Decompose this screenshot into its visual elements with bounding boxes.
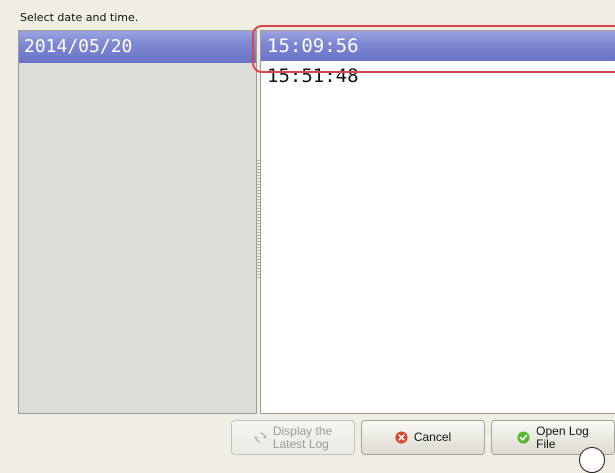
date-item[interactable]: 2014/05/20 <box>19 31 256 63</box>
cancel-button[interactable]: Cancel <box>361 420 485 455</box>
check-icon <box>517 431 530 444</box>
cancel-label: Cancel <box>413 430 452 444</box>
latest-log-label-line2: Latest Log <box>272 436 329 451</box>
open-log-label-line1: Open Log <box>536 423 589 438</box>
display-latest-log-button[interactable]: Display the Latest Log <box>231 420 355 455</box>
dialog-prompt: Select date and time. <box>20 11 139 24</box>
open-log-file-button[interactable]: Open Log File <box>491 420 615 455</box>
time-item[interactable]: 15:51:48 <box>261 61 615 91</box>
cancel-icon <box>395 431 408 444</box>
latest-log-label-line1: Display the <box>272 423 333 438</box>
open-log-label-line2: File <box>536 436 556 451</box>
date-list[interactable]: 2014/05/20 <box>18 30 257 414</box>
time-item[interactable]: 15:09:56 <box>261 31 615 61</box>
time-list[interactable]: 15:09:56 15:51:48 <box>260 30 615 414</box>
refresh-icon <box>254 432 267 443</box>
